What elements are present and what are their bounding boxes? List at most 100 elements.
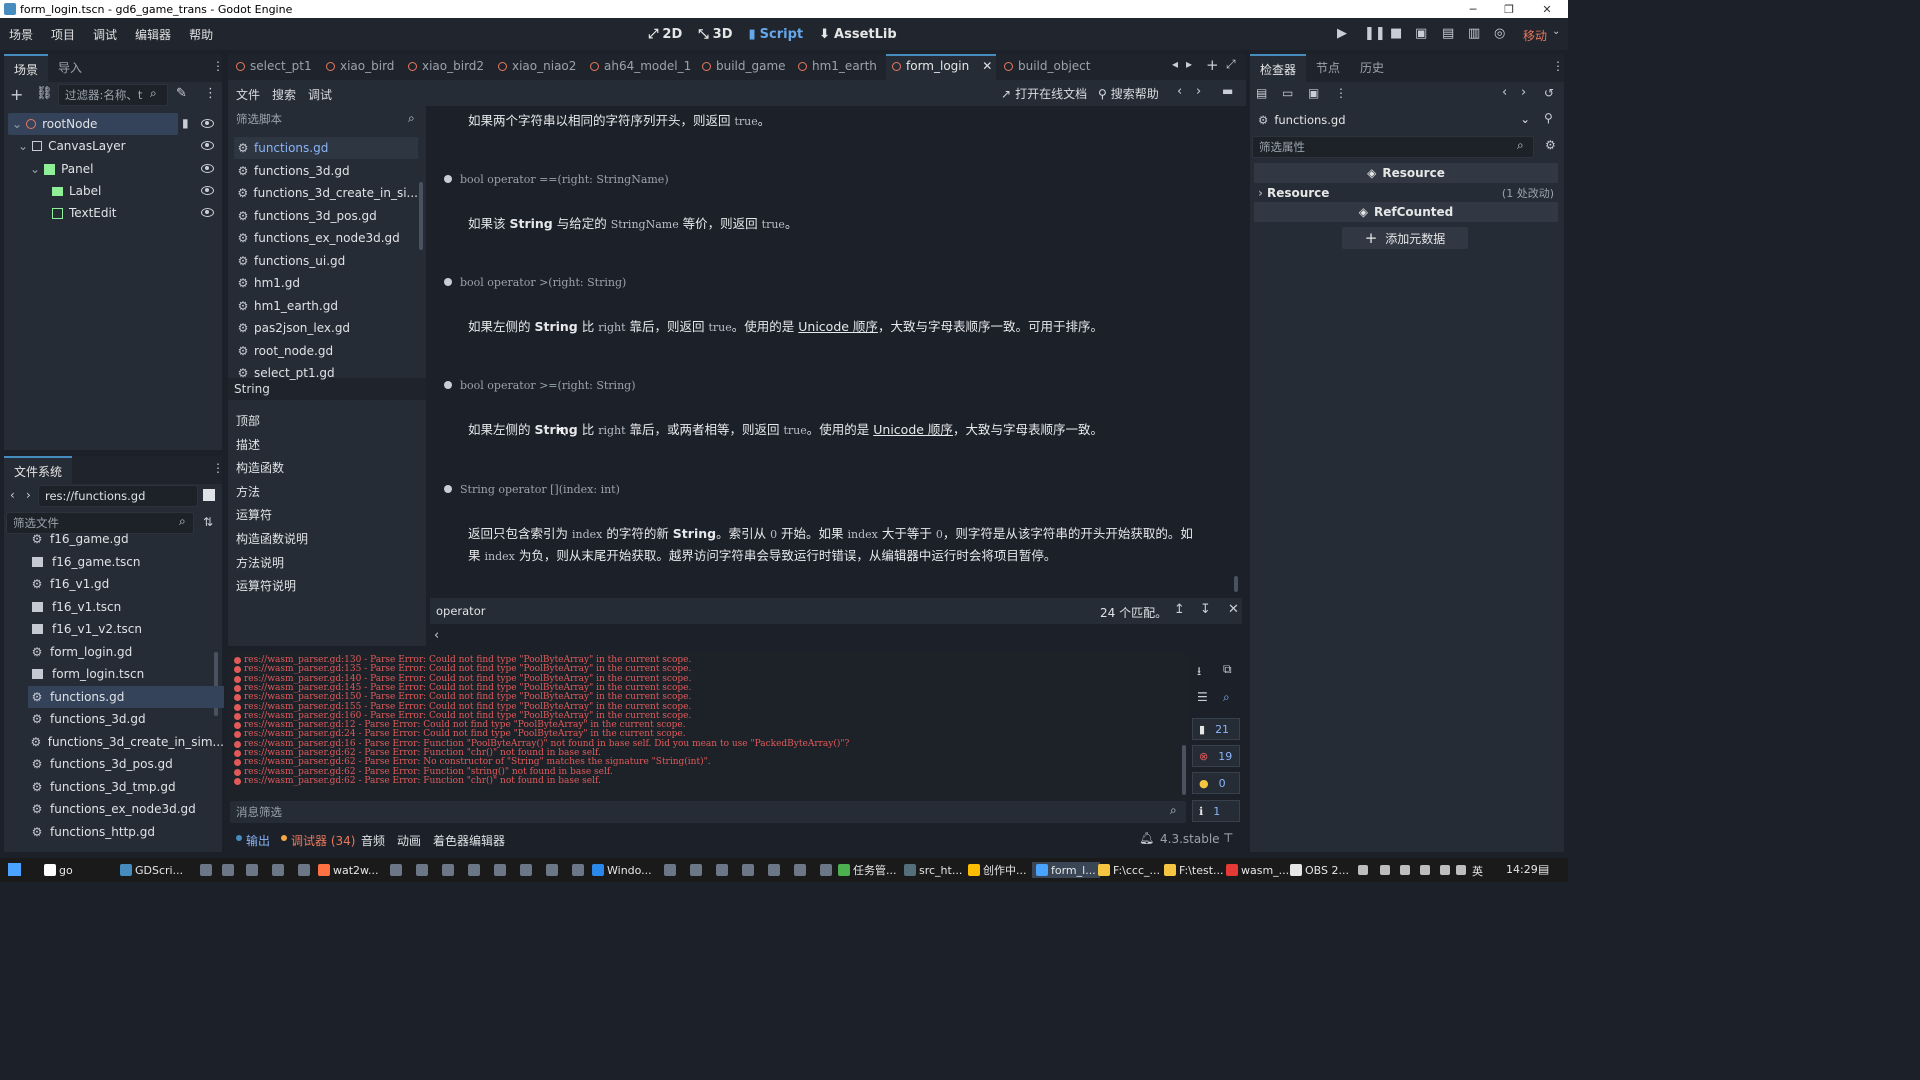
file-item[interactable]: ⚙ functions_3d_create_in_sim...	[28, 731, 224, 753]
chevron-down-icon[interactable]: ⌄	[1552, 26, 1560, 37]
outline-item[interactable]: 顶部	[236, 412, 260, 429]
message-filter-input[interactable]: 消息筛选	[230, 801, 1186, 823]
filter-errors-toggle[interactable]: ⊗ 19	[1192, 745, 1240, 767]
toggle-panel-icon[interactable]: ▬	[1222, 84, 1233, 98]
pause-icon[interactable]: ❚❚	[1364, 26, 1386, 41]
minimize-icon[interactable]: ─	[1456, 0, 1490, 18]
script-list-item[interactable]: ⚙ functions_ex_node3d.gd	[234, 227, 418, 249]
script-list-item[interactable]: ⚙ functions_ui.gd	[234, 250, 418, 272]
script-list-item[interactable]: ⚙ hm1.gd	[234, 272, 418, 294]
file-item[interactable]: ⚙ functions_ex_node3d.gd	[28, 798, 224, 820]
add-metadata-button[interactable]: + 添加元数据	[1342, 227, 1468, 249]
pinned-app-icon[interactable]	[546, 864, 558, 876]
history-back-icon[interactable]: ‹	[1502, 85, 1507, 100]
resource-menu-icon[interactable]: ⋮	[1335, 86, 1347, 100]
tree-node-textedit[interactable]: TextEdit	[52, 202, 117, 224]
script-list-scrollbar[interactable]	[419, 182, 423, 250]
filesystem-path-input[interactable]: res://functions.gd	[38, 485, 198, 507]
arrow-down-icon[interactable]: ↧	[1200, 602, 1211, 617]
tab-scroll-right-icon[interactable]: ▸	[1186, 57, 1192, 71]
play-scene-icon[interactable]: ▤	[1442, 26, 1454, 41]
editor-tab[interactable]: build_object	[1004, 56, 1091, 76]
editor-tab[interactable]: build_game	[702, 56, 786, 76]
filter-info-toggle[interactable]: ℹ1	[1192, 800, 1240, 822]
search-help-button[interactable]: ⚲ 搜索帮助	[1098, 85, 1159, 102]
bottom-tab-audio[interactable]: 音频	[361, 832, 385, 849]
tab-history[interactable]: 历史	[1350, 54, 1394, 82]
close-window-icon[interactable]: ✕	[1530, 0, 1564, 18]
unicode-order-link[interactable]: Unicode 顺序	[798, 319, 878, 334]
tray-icon[interactable]	[1456, 865, 1466, 875]
file-item[interactable]: f16_game.tscn	[28, 551, 224, 573]
script-list-item[interactable]: ⚙ functions.gd	[234, 137, 418, 159]
file-item[interactable]: ⚙ functions_3d_pos.gd	[28, 753, 224, 775]
save-icon[interactable]: ▣	[1308, 86, 1319, 100]
tab-import[interactable]: 导入	[48, 54, 92, 82]
visibility-eye-icon[interactable]	[201, 208, 214, 217]
tab-inspector[interactable]: 检查器	[1250, 54, 1307, 82]
script-attached-icon[interactable]: ▮	[182, 116, 189, 130]
object-history-icon[interactable]: ↺	[1544, 86, 1554, 100]
script-menu-search[interactable]: 搜索	[272, 86, 296, 103]
play-custom-icon[interactable]: ▥	[1468, 26, 1480, 41]
output-line[interactable]: res://wasm_parser.gd:62 - Parse Error: F…	[244, 776, 601, 786]
visibility-eye-icon[interactable]	[201, 141, 214, 150]
pin-panel-icon[interactable]: ⊤	[1223, 831, 1233, 845]
pinned-app-icon[interactable]	[664, 864, 676, 876]
outline-item[interactable]: 运算符说明	[236, 577, 296, 594]
script-list-item[interactable]: ⚙ select_pt1.gd	[234, 362, 418, 384]
visibility-eye-icon[interactable]	[201, 119, 214, 128]
property-filter-input[interactable]: 筛选属性	[1252, 136, 1534, 158]
workspace-assetlib[interactable]: ⬇ AssetLib	[819, 27, 897, 42]
pinned-app-icon[interactable]	[520, 864, 532, 876]
tray-icon[interactable]	[1358, 865, 1368, 875]
pinned-app-icon[interactable]	[200, 864, 212, 876]
online-docs-button[interactable]: ↗ 打开在线文档	[1001, 85, 1087, 102]
pinned-app-icon[interactable]	[768, 864, 780, 876]
tab-scene[interactable]: 场景	[4, 54, 49, 82]
taskbar-app[interactable]: F:\ccc_...	[1098, 862, 1160, 878]
link-icon[interactable]: ⛓	[36, 86, 53, 101]
taskbar-app[interactable]: Windo...	[592, 862, 652, 878]
tree-node-label[interactable]: Label	[52, 180, 101, 202]
arrow-up-icon[interactable]: ↥	[1174, 602, 1185, 617]
file-item[interactable]: ⚙ form_login.gd	[28, 641, 224, 663]
visibility-eye-icon[interactable]	[201, 186, 214, 195]
close-icon[interactable]: ✕	[1228, 602, 1239, 617]
pinned-app-icon[interactable]	[572, 864, 584, 876]
workspace-3d[interactable]: ⤡ 3D	[698, 27, 732, 42]
forward-icon[interactable]: ›	[26, 488, 31, 502]
tray-icon[interactable]	[1380, 865, 1390, 875]
editor-tab[interactable]: xiao_bird	[326, 56, 394, 76]
taskbar-app[interactable]: go	[44, 862, 73, 878]
file-item[interactable]: ⚙ functions_3d.gd	[28, 708, 224, 730]
dock-menu-icon[interactable]: ⋮	[212, 59, 224, 73]
script-list-item[interactable]: ⚙ hm1_earth.gd	[234, 295, 418, 317]
script-list-item[interactable]: ⚙ functions_3d_pos.gd	[234, 205, 418, 227]
menu-editor[interactable]: 编辑器	[126, 26, 180, 43]
menu-debug[interactable]: 调试	[84, 26, 126, 43]
bell-icon[interactable]: 🔔︎	[1139, 831, 1154, 845]
script-filter-input[interactable]: 筛选脚本	[230, 108, 424, 130]
taskbar-app[interactable]: wasm_...	[1226, 862, 1289, 878]
doc-scrollbar[interactable]	[1234, 576, 1238, 592]
object-properties-icon[interactable]: ⚲	[1544, 111, 1553, 125]
taskbar-app[interactable]: 任务管...	[838, 862, 897, 878]
history-forward-icon[interactable]: ›	[1196, 84, 1201, 99]
file-item[interactable]: ⚙ f16_game.gd	[28, 528, 224, 550]
pinned-app-icon[interactable]	[272, 864, 284, 876]
filter-all-toggle[interactable]: ▮ 21	[1192, 718, 1240, 740]
pinned-app-icon[interactable]	[222, 864, 234, 876]
play-icon[interactable]: ▶	[1337, 26, 1347, 41]
file-item[interactable]: f16_v1_v2.tscn	[28, 618, 224, 640]
scene-menu-icon[interactable]: ⋮	[204, 86, 217, 101]
group-resource[interactable]: › Resource (1 处改动)	[1254, 183, 1558, 203]
tree-node-canvaslayer[interactable]: ⌄ CanvasLayer	[18, 135, 126, 157]
file-item[interactable]: ⚙ functions_http.gd	[28, 821, 224, 843]
workspace-script[interactable]: ▮ Script	[749, 27, 804, 42]
remote-debug-icon[interactable]: ▣	[1415, 26, 1427, 41]
pinned-app-icon[interactable]	[442, 864, 454, 876]
bottom-tab-debugger[interactable]: 调试器 (34)	[291, 832, 355, 849]
filter-warnings-toggle[interactable]: ● 0	[1192, 772, 1240, 794]
file-item[interactable]: form_login.tscn	[28, 663, 224, 685]
